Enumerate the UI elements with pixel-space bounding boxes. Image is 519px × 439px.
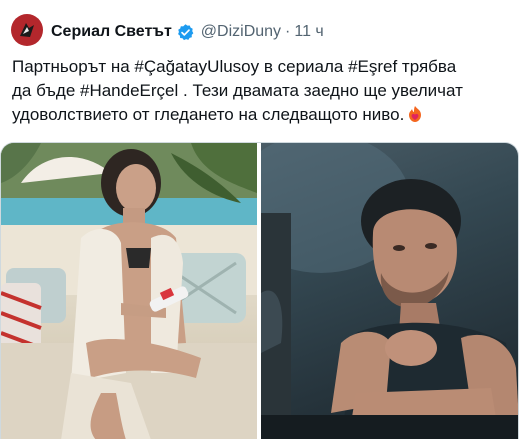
fire-heart-emoji [406, 105, 424, 123]
author-avatar[interactable] [11, 14, 43, 46]
tweet-header: Сериал Светът @DiziDuny · 11 ч [51, 20, 324, 44]
tweet-card[interactable]: Сериал Светът @DiziDuny · 11 ч Партньоръ… [0, 0, 519, 439]
tweet-text: Партньорът на #ÇağatayUlusoy в сериала #… [12, 55, 512, 127]
tweet-timestamp[interactable]: 11 ч [294, 23, 323, 41]
man-leaning-photo[interactable] [261, 143, 518, 439]
author-display-name[interactable]: Сериал Светът [51, 23, 172, 41]
header-separator: · [285, 23, 291, 40]
tweet-text-line-content: удоволствието от гледането на следващото… [12, 105, 405, 124]
tweet-media-grid [0, 142, 519, 439]
tweet-text-line: Партньорът на #ÇağatayUlusoy в сериала #… [12, 57, 457, 76]
verified-badge-icon [176, 23, 195, 42]
tweet-text-line-last: удоволствието от гледането на следващото… [12, 103, 512, 127]
tweet-text-line: да бъде #HandeErçel . Тези двамата заедн… [12, 81, 463, 100]
woman-on-sofa-photo[interactable] [1, 143, 257, 439]
author-handle[interactable]: @DiziDuny [201, 23, 281, 41]
channel-logo-icon [20, 23, 34, 37]
